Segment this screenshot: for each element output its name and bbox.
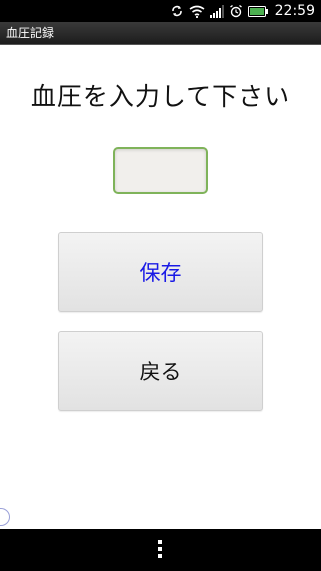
wifi-icon [189,5,205,18]
app-title: 血圧記録 [6,26,55,40]
status-bar: 22:59 [0,0,321,22]
status-time: 22:59 [274,3,315,19]
signal-icon [209,4,224,18]
sync-icon [170,4,184,18]
edge-indicator [0,508,10,526]
status-icons: 22:59 [170,0,315,22]
save-button[interactable]: 保存 [58,232,263,312]
blood-pressure-prompt: 血圧を入力して下さい [30,82,291,111]
back-button[interactable]: 戻る [58,331,263,411]
menu-icon[interactable] [157,540,163,560]
battery-icon [247,5,268,17]
nav-bar [0,529,321,571]
alarm-icon [229,4,243,18]
blood-pressure-input[interactable] [113,147,208,194]
title-bar: 血圧記録 [0,22,321,45]
